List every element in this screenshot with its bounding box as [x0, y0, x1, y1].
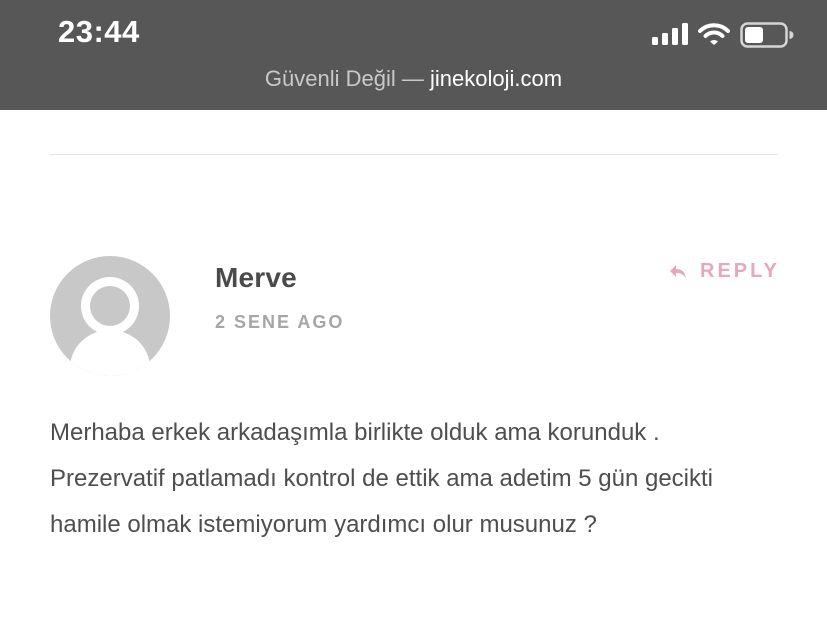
user-placeholder-icon [70, 277, 150, 376]
comment-body: Merhaba erkek arkadaşımla birlikte olduk… [50, 410, 790, 548]
wifi-icon [698, 23, 730, 45]
url-domain: jinekoloji.com [430, 66, 563, 91]
security-label: Güvenli Değil — [264, 66, 424, 91]
divider [50, 154, 778, 155]
comment-author: Merve [215, 262, 297, 293]
signal-icon [652, 23, 688, 45]
reply-icon [670, 265, 686, 278]
reply-label: REPLY [700, 259, 780, 282]
comment-line: Prezervatif patlamadı kontrol de ettik a… [50, 465, 713, 492]
reply-button[interactable]: REPLY [668, 256, 780, 286]
avatar [50, 256, 170, 376]
status-icons [652, 20, 802, 50]
status-bar: 23:44 Güvenli Değil — jinekoloji.com [0, 0, 827, 110]
url-bar[interactable]: Güvenli Değil — jinekoloji.com [0, 64, 827, 94]
comment-line: hamile olmak istemiyorum yardımcı olur m… [50, 511, 597, 538]
comment-date: 2 SENE AGO [215, 312, 345, 332]
battery-icon [740, 22, 794, 48]
status-time: 23:44 [58, 14, 140, 49]
comment-line: Merhaba erkek arkadaşımla birlikte olduk… [50, 419, 660, 446]
